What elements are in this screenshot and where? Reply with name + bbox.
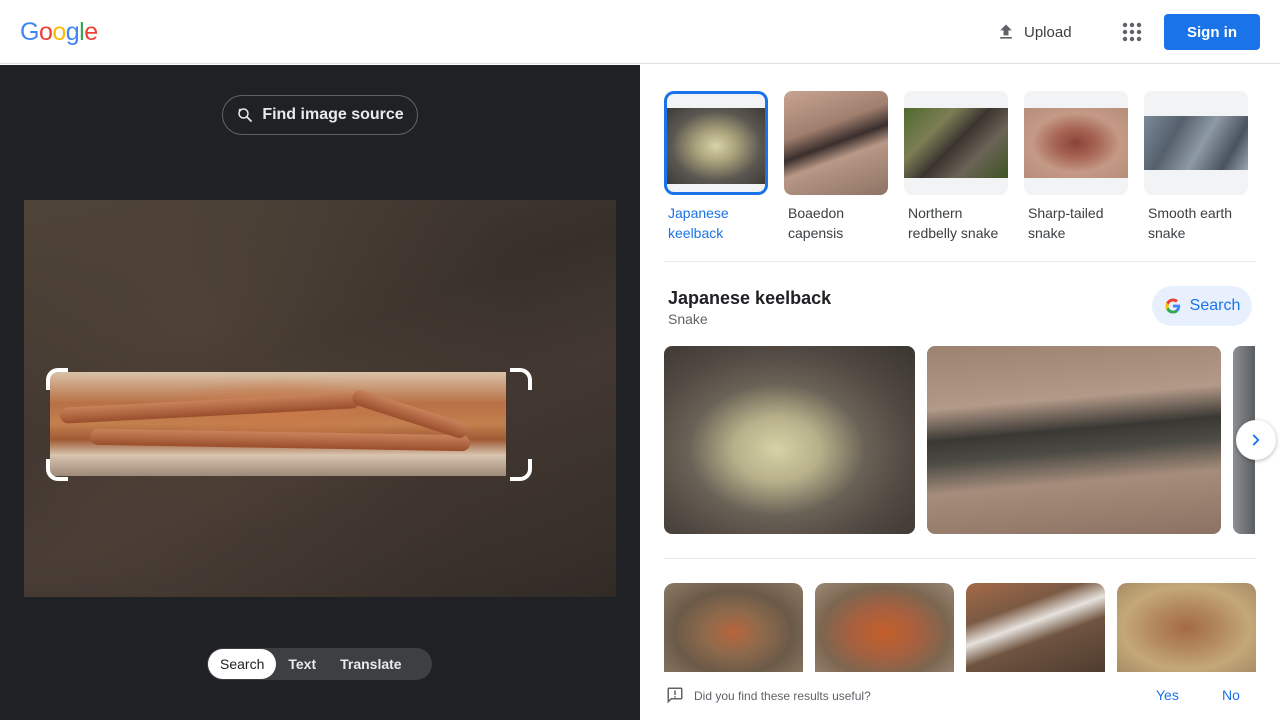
feedback-question: Did you find these results useful?: [694, 689, 871, 703]
match-label: Northern redbelly snake: [908, 205, 999, 241]
entity-search-button[interactable]: Search: [1152, 286, 1252, 326]
results-pane: Japanese keelback Boaedon capensis North…: [640, 65, 1280, 720]
mode-text-tab[interactable]: Text: [276, 649, 328, 679]
match-label: Boaedon capensis: [788, 205, 845, 241]
snake-body: [89, 428, 471, 452]
logo-letter: g: [65, 18, 80, 46]
chevron-right-icon: [1252, 434, 1260, 446]
top-bar: Google Upload Sign in: [0, 0, 1280, 64]
feedback-yes-button[interactable]: Yes: [1156, 687, 1179, 703]
snake-body: [59, 392, 361, 424]
next-results-button[interactable]: [1236, 420, 1276, 460]
mode-translate-tab[interactable]: Translate: [328, 649, 413, 679]
upload-icon: [1000, 24, 1012, 39]
feedback-bar: Did you find these results useful? Yes N…: [640, 672, 1280, 720]
query-image-pane: Find image source Search Text Translate: [0, 65, 640, 720]
section-divider: [664, 261, 1256, 262]
match-label: Japanese keelback: [668, 205, 729, 241]
match-tile[interactable]: Northern redbelly snake: [904, 91, 1008, 243]
result-image[interactable]: [815, 583, 954, 673]
entity-subtitle: Snake: [668, 311, 708, 327]
logo-letter: G: [20, 18, 39, 46]
snake-body: [350, 387, 470, 441]
google-logo[interactable]: Google: [20, 18, 98, 47]
query-photo: [24, 200, 616, 597]
section-divider: [664, 558, 1256, 559]
apps-grid-icon: [1122, 22, 1142, 42]
match-thumbnail: [1144, 91, 1248, 195]
result-image[interactable]: [927, 346, 1221, 534]
result-image[interactable]: [664, 583, 803, 673]
match-tile[interactable]: Boaedon capensis: [784, 91, 888, 243]
entity-search-label: Search: [1189, 297, 1241, 314]
match-label: Smooth earth snake: [1148, 205, 1233, 241]
apps-button[interactable]: [1114, 14, 1150, 50]
feedback-no-button[interactable]: No: [1222, 687, 1240, 703]
logo-letter: e: [84, 18, 98, 46]
match-tile[interactable]: Sharp-tailed snake: [1024, 91, 1128, 243]
mode-switcher: Search Text Translate: [207, 648, 432, 680]
find-image-source-label: Find image source: [262, 106, 404, 123]
logo-letter: o: [52, 18, 66, 46]
match-thumbnail: [1024, 91, 1128, 195]
result-image[interactable]: [1117, 583, 1256, 673]
match-thumbnail: [784, 91, 888, 195]
crop-handle-top-left[interactable]: [46, 368, 68, 390]
entity-title: Japanese keelback: [668, 288, 832, 308]
find-image-source-button[interactable]: Find image source: [222, 95, 418, 135]
crop-handle-top-right[interactable]: [510, 368, 532, 390]
lens-search-icon: [238, 108, 253, 122]
visual-match-tiles: Japanese keelback Boaedon capensis North…: [664, 91, 1248, 243]
google-g-icon: [1165, 298, 1180, 314]
upload-button[interactable]: Upload: [986, 16, 1082, 48]
match-thumbnail: [664, 91, 768, 195]
crop-handle-bottom-left[interactable]: [46, 459, 68, 481]
feedback-icon: [667, 687, 683, 704]
match-tile[interactable]: Smooth earth snake: [1144, 91, 1248, 243]
logo-letter: o: [38, 18, 53, 46]
result-image[interactable]: [966, 583, 1105, 673]
match-label: Sharp-tailed snake: [1028, 205, 1104, 241]
selected-crop-region[interactable]: [50, 372, 506, 476]
upload-label: Upload: [1024, 23, 1072, 41]
match-tile[interactable]: Japanese keelback: [664, 91, 768, 243]
result-image[interactable]: [664, 346, 915, 534]
mode-search-tab[interactable]: Search: [208, 649, 277, 679]
sign-in-button[interactable]: Sign in: [1164, 14, 1260, 50]
match-thumbnail: [904, 91, 1008, 195]
